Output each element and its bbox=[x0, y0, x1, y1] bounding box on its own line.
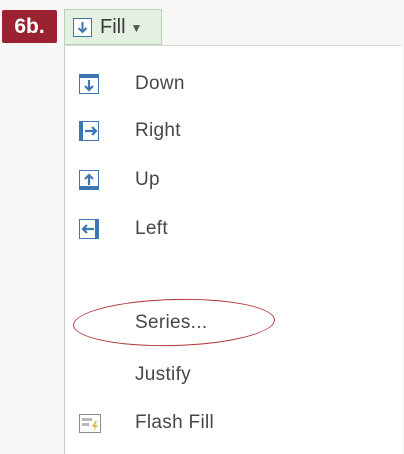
fill-button-label: Fill bbox=[100, 15, 126, 38]
fill-down-icon bbox=[73, 17, 92, 37]
menu-item-label: Flash Fill bbox=[135, 412, 215, 433]
step-badge: 6b. bbox=[2, 10, 57, 43]
arrow-up-icon bbox=[79, 170, 99, 190]
menu-item-label: Up bbox=[135, 169, 160, 190]
arrow-right-icon bbox=[79, 121, 99, 141]
menu-item-label: Series... bbox=[135, 312, 208, 333]
menu-item-label: Right bbox=[135, 120, 181, 141]
menu-item-label: Justify bbox=[135, 364, 191, 385]
fill-button[interactable]: Fill ▼ bbox=[64, 9, 162, 45]
menu-item-series[interactable]: Series... bbox=[65, 303, 385, 343]
menu-item-flash-fill[interactable]: Flash Fill bbox=[65, 403, 385, 443]
arrow-left-icon bbox=[79, 219, 99, 239]
menu-item-down[interactable]: Down bbox=[65, 64, 385, 104]
menu-item-right[interactable]: Right bbox=[65, 111, 385, 151]
flash-fill-icon bbox=[79, 413, 101, 433]
menu-item-up[interactable]: Up bbox=[65, 160, 385, 200]
fill-dropdown-menu: Down Right Up Left Series... Justify Fla… bbox=[64, 45, 402, 454]
arrow-down-icon bbox=[79, 74, 99, 94]
menu-item-justify[interactable]: Justify bbox=[65, 355, 385, 395]
menu-item-label: Left bbox=[135, 218, 168, 239]
chevron-down-icon: ▼ bbox=[130, 21, 143, 35]
menu-item-label: Down bbox=[135, 73, 185, 94]
menu-item-left[interactable]: Left bbox=[65, 209, 385, 249]
